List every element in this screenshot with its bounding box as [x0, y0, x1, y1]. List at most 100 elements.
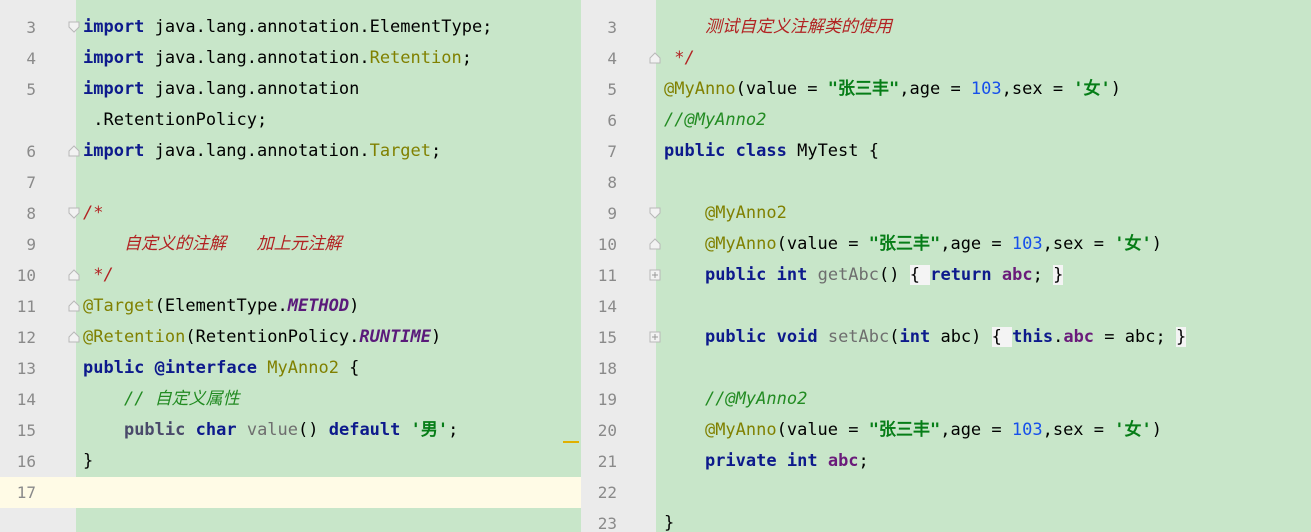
- code-text[interactable]: //@MyAnno2: [664, 105, 766, 136]
- code-text[interactable]: @Target(ElementType.METHOD): [83, 291, 359, 322]
- code-line[interactable]: 14 // 自定义属性: [0, 384, 581, 415]
- line-number[interactable]: 7: [581, 136, 617, 167]
- code-text[interactable]: public class MyTest {: [664, 136, 879, 167]
- code-line[interactable]: 8: [581, 167, 1311, 198]
- line-number[interactable]: 11: [581, 260, 617, 291]
- fold-marker-icon[interactable]: [649, 207, 661, 219]
- line-number[interactable]: 4: [581, 43, 617, 74]
- code-line[interactable]: 23}: [581, 508, 1311, 532]
- line-number[interactable]: 5: [581, 74, 617, 105]
- line-number[interactable]: 7: [0, 167, 36, 198]
- code-text[interactable]: public @interface MyAnno2 {: [83, 353, 359, 384]
- code-line[interactable]: 17: [0, 477, 581, 508]
- code-text[interactable]: }: [83, 446, 93, 477]
- code-line[interactable]: 8 /*: [0, 198, 581, 229]
- code-line[interactable]: 9 @MyAnno2: [581, 198, 1311, 229]
- line-number[interactable]: 16: [0, 446, 36, 477]
- code-text[interactable]: }: [664, 508, 674, 532]
- line-number[interactable]: 23: [581, 508, 617, 532]
- line-number[interactable]: 14: [581, 291, 617, 322]
- line-number[interactable]: 13: [0, 353, 36, 384]
- code-text[interactable]: @Retention(RetentionPolicy.RUNTIME): [83, 322, 441, 353]
- line-number[interactable]: 6: [0, 136, 36, 167]
- code-line[interactable]: 14: [581, 291, 1311, 322]
- code-line[interactable]: 6 //@MyAnno2: [581, 105, 1311, 136]
- line-number[interactable]: 22: [581, 477, 617, 508]
- code-line[interactable]: 4 import java.lang.annotation.Retention;: [0, 43, 581, 74]
- code-line[interactable]: 7: [0, 167, 581, 198]
- line-number[interactable]: 8: [581, 167, 617, 198]
- line-number[interactable]: 15: [581, 322, 617, 353]
- code-text[interactable]: public void setAbc(int abc) { this.abc =…: [664, 322, 1187, 353]
- code-line[interactable]: 10 */: [0, 260, 581, 291]
- code-line[interactable]: 15 public char value() default '男';: [0, 415, 581, 446]
- code-text[interactable]: @MyAnno(value = "张三丰",age = 103,sex = '女…: [664, 415, 1162, 446]
- code-line[interactable]: .RetentionPolicy;: [0, 105, 581, 136]
- line-number[interactable]: 19: [581, 384, 617, 415]
- line-number[interactable]: 12: [0, 322, 36, 353]
- code-line[interactable]: 16}: [0, 446, 581, 477]
- code-text[interactable]: /*: [83, 198, 103, 229]
- code-line[interactable]: 10 @MyAnno(value = "张三丰",age = 103,sex =…: [581, 229, 1311, 260]
- fold-marker-icon[interactable]: [68, 300, 80, 312]
- code-line[interactable]: 15 public void setAbc(int abc) { this.ab…: [581, 322, 1311, 353]
- code-line[interactable]: 5 @MyAnno(value = "张三丰",age = 103,sex = '…: [581, 74, 1311, 105]
- code-text[interactable]: public int getAbc() { return abc; }: [664, 260, 1064, 291]
- line-number[interactable]: 20: [581, 415, 617, 446]
- right-editor-pane[interactable]: 3 测试自定义注解类的使用 4 */5 @MyAnno(value = "张三丰",…: [581, 0, 1311, 532]
- code-text[interactable]: @MyAnno(value = "张三丰",age = 103,sex = '女…: [664, 74, 1121, 105]
- code-line[interactable]: 20 @MyAnno(value = "张三丰",age = 103,sex =…: [581, 415, 1311, 446]
- fold-marker-icon[interactable]: [68, 145, 80, 157]
- code-line[interactable]: 18: [581, 353, 1311, 384]
- fold-marker-icon[interactable]: [68, 207, 80, 219]
- code-text[interactable]: @MyAnno(value = "张三丰",age = 103,sex = '女…: [664, 229, 1162, 260]
- code-text[interactable]: */: [664, 43, 694, 74]
- line-number[interactable]: 5: [0, 74, 36, 105]
- line-number[interactable]: 3: [581, 12, 617, 43]
- code-text[interactable]: //@MyAnno2: [664, 384, 807, 415]
- line-number[interactable]: 4: [0, 43, 36, 74]
- code-line[interactable]: 3 import java.lang.annotation.ElementType…: [0, 12, 581, 43]
- code-text[interactable]: import java.lang.annotation.Retention;: [83, 43, 472, 74]
- line-number[interactable]: 9: [0, 229, 36, 260]
- code-line[interactable]: 13 public @interface MyAnno2 {: [0, 353, 581, 384]
- line-number[interactable]: 11: [0, 291, 36, 322]
- fold-marker-icon[interactable]: [649, 238, 661, 250]
- line-number[interactable]: 6: [581, 105, 617, 136]
- code-text[interactable]: 自定义的注解 加上元注解: [83, 229, 342, 260]
- code-line[interactable]: 5 import java.lang.annotation: [0, 74, 581, 105]
- line-number[interactable]: 9: [581, 198, 617, 229]
- code-text[interactable]: .RetentionPolicy;: [83, 105, 267, 136]
- line-number[interactable]: 8: [0, 198, 36, 229]
- code-line[interactable]: 9 自定义的注解 加上元注解: [0, 229, 581, 260]
- code-line[interactable]: 3 测试自定义注解类的使用: [581, 12, 1311, 43]
- line-number[interactable]: 10: [581, 229, 617, 260]
- code-line[interactable]: 12 @Retention(RetentionPolicy.RUNTIME): [0, 322, 581, 353]
- code-text[interactable]: @MyAnno2: [664, 198, 787, 229]
- fold-expand-icon[interactable]: [649, 269, 661, 281]
- fold-marker-icon[interactable]: [68, 269, 80, 281]
- left-editor-pane[interactable]: 3 import java.lang.annotation.ElementType…: [0, 0, 581, 532]
- code-text[interactable]: */: [83, 260, 113, 291]
- line-number[interactable]: 14: [0, 384, 36, 415]
- code-line[interactable]: 11 public int getAbc() { return abc; }: [581, 260, 1311, 291]
- line-number[interactable]: 15: [0, 415, 36, 446]
- code-line[interactable]: 7 public class MyTest {: [581, 136, 1311, 167]
- code-line[interactable]: 4 */: [581, 43, 1311, 74]
- code-text[interactable]: // 自定义属性: [83, 384, 240, 415]
- code-line[interactable]: 11 @Target(ElementType.METHOD): [0, 291, 581, 322]
- code-line[interactable]: 19 //@MyAnno2: [581, 384, 1311, 415]
- fold-expand-icon[interactable]: [649, 331, 661, 343]
- code-text[interactable]: import java.lang.annotation.ElementType;: [83, 12, 492, 43]
- code-text[interactable]: public char value() default '男';: [83, 415, 458, 446]
- code-line[interactable]: 22: [581, 477, 1311, 508]
- code-text[interactable]: private int abc;: [664, 446, 869, 477]
- code-text[interactable]: 测试自定义注解类的使用: [664, 12, 892, 43]
- code-line[interactable]: 21 private int abc;: [581, 446, 1311, 477]
- code-text[interactable]: import java.lang.annotation.Target;: [83, 136, 441, 167]
- fold-marker-icon[interactable]: [68, 331, 80, 343]
- line-number[interactable]: 3: [0, 12, 36, 43]
- line-number[interactable]: 18: [581, 353, 617, 384]
- fold-marker-icon[interactable]: [68, 21, 80, 33]
- line-number[interactable]: 21: [581, 446, 617, 477]
